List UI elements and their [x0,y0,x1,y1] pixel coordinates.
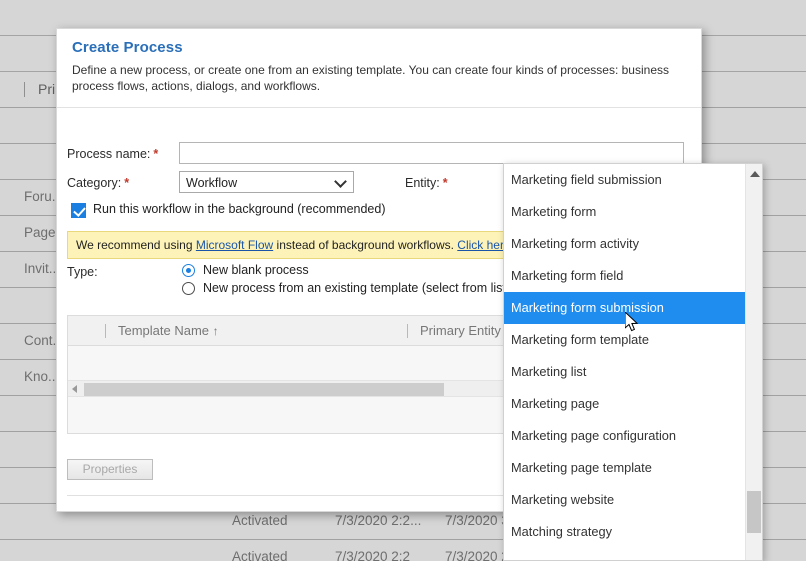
dialog-description: Define a new process, or create one from… [72,63,669,93]
entity-label: Entity: * [405,176,448,190]
dropdown-option-marketing-page-configuration[interactable]: Marketing page configuration [504,420,745,452]
process-name-label: Process name: * [67,147,158,161]
type-label: Type: [67,265,98,279]
process-name-input[interactable] [179,142,684,164]
category-select[interactable]: Workflow [179,171,354,193]
required-asterisk: * [124,176,130,190]
chevron-down-icon [336,176,347,187]
checkbox-checked-icon[interactable] [71,203,86,218]
dropdown-option-marketing-website[interactable]: Marketing website [504,484,745,516]
dialog-header: Create Process Define a new process, or … [57,29,701,108]
category-select-value: Workflow [186,176,238,190]
radio-new-blank-process[interactable] [182,264,195,277]
sort-ascending-icon: ↑ [212,324,219,338]
dropdown-option-marketing-page[interactable]: Marketing page [504,388,745,420]
properties-button[interactable]: Properties [67,459,153,480]
banner-text-1: We recommend using [76,238,196,252]
required-asterisk: * [153,147,159,161]
vertical-scroll-thumb[interactable] [747,491,761,533]
page-title: Create Process [72,39,183,56]
category-label-text: Category: [67,176,122,190]
dropdown-option-marketing-form[interactable]: Marketing form [504,196,745,228]
dropdown-vertical-scrollbar[interactable] [745,164,762,560]
radio-new-from-template[interactable] [182,282,195,295]
mouse-cursor [625,312,639,332]
entity-dropdown-options: Marketing field submission Marketing for… [504,164,745,560]
background-workflow-checkbox-label: Run this workflow in the background (rec… [93,202,386,216]
column-header-template-name-text: Template Name [118,323,210,338]
entity-label-text: Entity: [405,176,440,190]
category-label: Category: * [67,176,129,190]
column-header-primary-entity[interactable]: Primary Entity [407,323,501,338]
process-name-label-text: Process name: [67,147,151,161]
column-header-primary-entity-text: Primary Entity [420,323,501,338]
radio-new-from-template-label: New process from an existing template (s… [203,281,514,295]
required-asterisk: * [442,176,448,190]
scroll-up-arrow-icon[interactable] [750,171,760,177]
scroll-left-arrow-icon[interactable] [72,385,77,393]
banner-text-2: instead of background workflows. [273,238,458,252]
dropdown-option-marketing-field-submission[interactable]: Marketing field submission [504,164,745,196]
dropdown-option-marketing-form-activity[interactable]: Marketing form activity [504,228,745,260]
horizontal-scroll-thumb[interactable] [84,383,444,396]
radio-new-blank-process-label: New blank process [203,263,309,277]
dropdown-option-marketing-form-field[interactable]: Marketing form field [504,260,745,292]
column-header-template-name[interactable]: Template Name ↑ [105,323,219,338]
screen: Prim... Foru... Page... Invit... Cont...… [0,0,806,561]
entity-dropdown-list: Marketing field submission Marketing for… [503,163,763,561]
dropdown-option-marketing-list[interactable]: Marketing list [504,356,745,388]
dropdown-option-marketing-page-template[interactable]: Marketing page template [504,452,745,484]
dropdown-option-matching-strategy[interactable]: Matching strategy [504,516,745,548]
microsoft-flow-link[interactable]: Microsoft Flow [196,238,273,252]
